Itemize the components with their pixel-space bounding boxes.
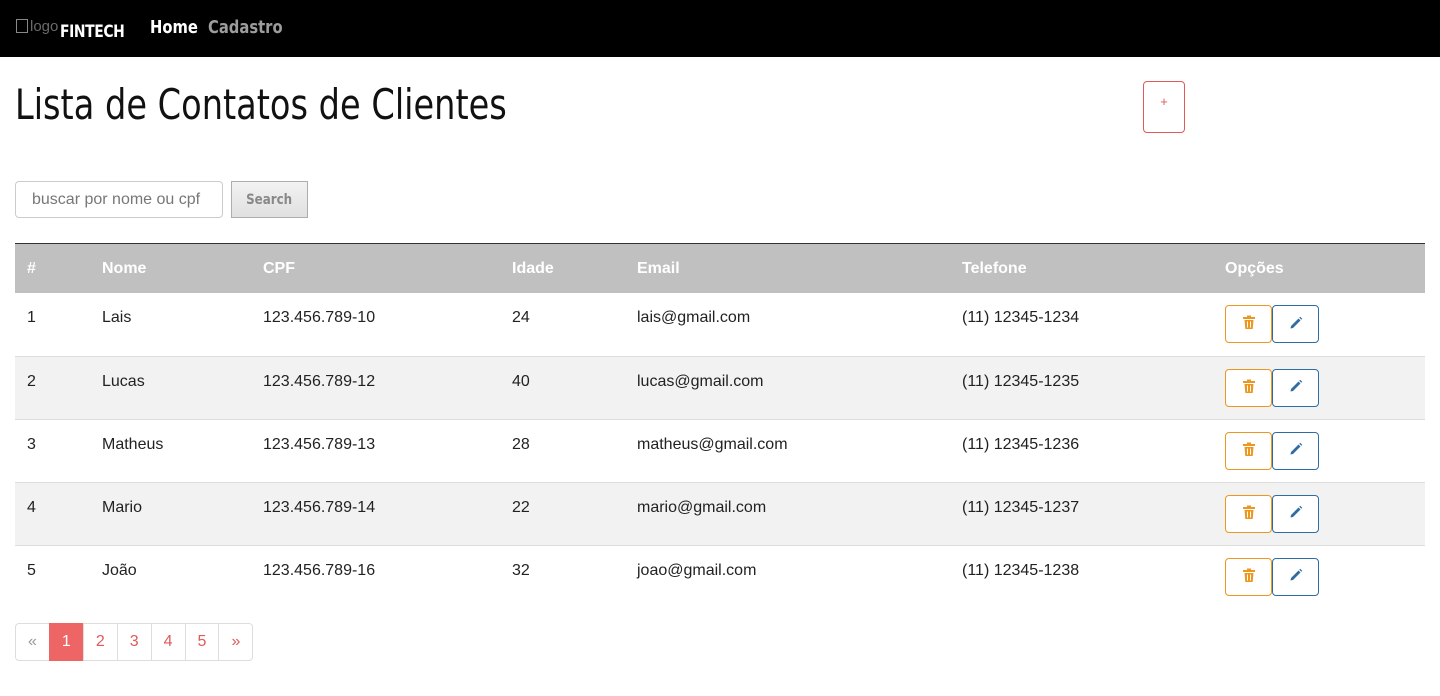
delete-button[interactable] bbox=[1225, 557, 1272, 596]
cell-opcoes bbox=[1213, 293, 1425, 356]
delete-button[interactable] bbox=[1225, 494, 1272, 533]
edit-button[interactable] bbox=[1272, 368, 1319, 407]
delete-button[interactable] bbox=[1225, 368, 1272, 407]
cell-idade: 24 bbox=[512, 309, 530, 326]
cell-idx: 4 bbox=[27, 498, 36, 516]
trash-icon bbox=[1242, 315, 1256, 333]
clients-table: # Nome CPF Idade Email Telefone Opções 1… bbox=[15, 243, 1425, 608]
cell-cpf: 123.456.789-14 bbox=[263, 498, 376, 516]
pencil-icon bbox=[1289, 442, 1303, 459]
broken-image-icon bbox=[16, 19, 28, 33]
search-button[interactable]: Search bbox=[231, 181, 308, 218]
pencil-icon bbox=[1289, 505, 1303, 522]
cell-opcoes bbox=[1213, 545, 1425, 608]
pencil-icon bbox=[1289, 568, 1303, 585]
brand-name: FINTECH bbox=[60, 22, 125, 42]
cell-nome: João bbox=[102, 561, 137, 579]
trash-icon bbox=[1242, 505, 1256, 523]
delete-button[interactable] bbox=[1225, 305, 1272, 343]
edit-button[interactable] bbox=[1272, 305, 1319, 343]
table-row: 3 Matheus 123.456.789-13 28 matheus@gmail.co… bbox=[15, 419, 1425, 482]
cell-email: joao@gmail.com bbox=[637, 561, 757, 579]
column-header-email: Email bbox=[637, 259, 680, 277]
cell-idade: 32 bbox=[512, 561, 530, 579]
pagination-page-4[interactable]: 4 bbox=[150, 623, 186, 661]
pencil-icon bbox=[1289, 316, 1303, 333]
column-header-nome: Nome bbox=[102, 259, 147, 277]
trash-icon bbox=[1242, 568, 1256, 586]
table-row: 2 Lucas 123.456.789-12 40 lucas@gmail.com (11… bbox=[15, 356, 1425, 419]
search-input[interactable] bbox=[15, 181, 223, 218]
pagination-page-3[interactable]: 3 bbox=[116, 623, 152, 661]
trash-icon bbox=[1242, 442, 1256, 460]
column-header-opcoes: Opções bbox=[1225, 259, 1284, 277]
nav-link-home[interactable]: Home bbox=[150, 17, 198, 38]
cell-email: mario@gmail.com bbox=[637, 498, 767, 516]
cell-idade: 28 bbox=[512, 435, 530, 453]
table-row: 5 João 123.456.789-16 32 joao@gmail.com (11) … bbox=[15, 545, 1425, 608]
edit-button[interactable] bbox=[1272, 557, 1319, 596]
column-header-index: # bbox=[27, 259, 36, 277]
cell-email: matheus@gmail.com bbox=[637, 435, 788, 453]
edit-button[interactable] bbox=[1272, 494, 1319, 533]
cell-opcoes bbox=[1213, 356, 1425, 419]
pagination-page-2[interactable]: 2 bbox=[82, 623, 118, 661]
cell-idx: 3 bbox=[27, 435, 36, 453]
pagination-page-5[interactable]: 5 bbox=[184, 623, 220, 661]
edit-button[interactable] bbox=[1272, 431, 1319, 470]
cell-telefone: (11) 12345-1236 bbox=[962, 435, 1080, 453]
table-row: 1 Lais 123.456.789-10 24 lais@gmail.com (11) … bbox=[15, 293, 1425, 356]
cell-opcoes bbox=[1213, 419, 1425, 482]
column-header-cpf: CPF bbox=[263, 259, 295, 277]
column-header-telefone: Telefone bbox=[962, 259, 1027, 277]
navbar: logo FINTECH Home Cadastro bbox=[0, 0, 1440, 57]
page-title: Lista de Contatos de Clientes bbox=[15, 80, 507, 129]
search-button-label: Search bbox=[246, 191, 293, 208]
nav-link-cadastro[interactable]: Cadastro bbox=[208, 17, 283, 38]
brand-link[interactable]: logo FINTECH bbox=[16, 16, 139, 42]
table-header-row: # Nome CPF Idade Email Telefone Opções bbox=[15, 244, 1425, 293]
pagination-page-1[interactable]: 1 bbox=[48, 623, 84, 661]
cell-cpf: 123.456.789-10 bbox=[263, 309, 376, 326]
cell-opcoes bbox=[1213, 482, 1425, 545]
cell-nome: Lucas bbox=[102, 372, 145, 390]
cell-email: lais@gmail.com bbox=[637, 309, 751, 326]
table-row: 4 Mario 123.456.789-14 22 mario@gmail.com (11… bbox=[15, 482, 1425, 545]
cell-telefone: (11) 12345-1237 bbox=[962, 498, 1080, 516]
delete-button[interactable] bbox=[1225, 431, 1272, 470]
add-client-button[interactable]: + bbox=[1143, 81, 1185, 133]
cell-cpf: 123.456.789-16 bbox=[263, 561, 376, 579]
cell-nome: Mario bbox=[102, 498, 143, 516]
column-header-idade: Idade bbox=[512, 259, 554, 277]
cell-idx: 2 bbox=[27, 372, 36, 390]
cell-nome: Lais bbox=[102, 309, 132, 326]
pagination: « 1 2 3 4 5 » bbox=[15, 623, 254, 661]
cell-telefone: (11) 12345-1235 bbox=[962, 372, 1080, 390]
pagination-prev[interactable]: « bbox=[15, 623, 50, 661]
pencil-icon bbox=[1289, 379, 1303, 396]
cell-cpf: 123.456.789-13 bbox=[263, 435, 376, 453]
cell-idx: 5 bbox=[27, 561, 36, 579]
cell-nome: Matheus bbox=[102, 435, 164, 453]
pagination-next[interactable]: » bbox=[218, 623, 254, 661]
trash-icon bbox=[1242, 379, 1256, 397]
cell-idade: 40 bbox=[512, 372, 530, 390]
cell-telefone: (11) 12345-1234 bbox=[962, 309, 1080, 326]
logo-image: logo bbox=[16, 18, 62, 40]
cell-cpf: 123.456.789-12 bbox=[263, 372, 376, 390]
cell-idx: 1 bbox=[27, 309, 36, 326]
cell-telefone: (11) 12345-1238 bbox=[962, 561, 1080, 579]
logo-alt-text: logo bbox=[30, 18, 59, 35]
cell-idade: 22 bbox=[512, 498, 530, 516]
cell-email: lucas@gmail.com bbox=[637, 372, 764, 390]
